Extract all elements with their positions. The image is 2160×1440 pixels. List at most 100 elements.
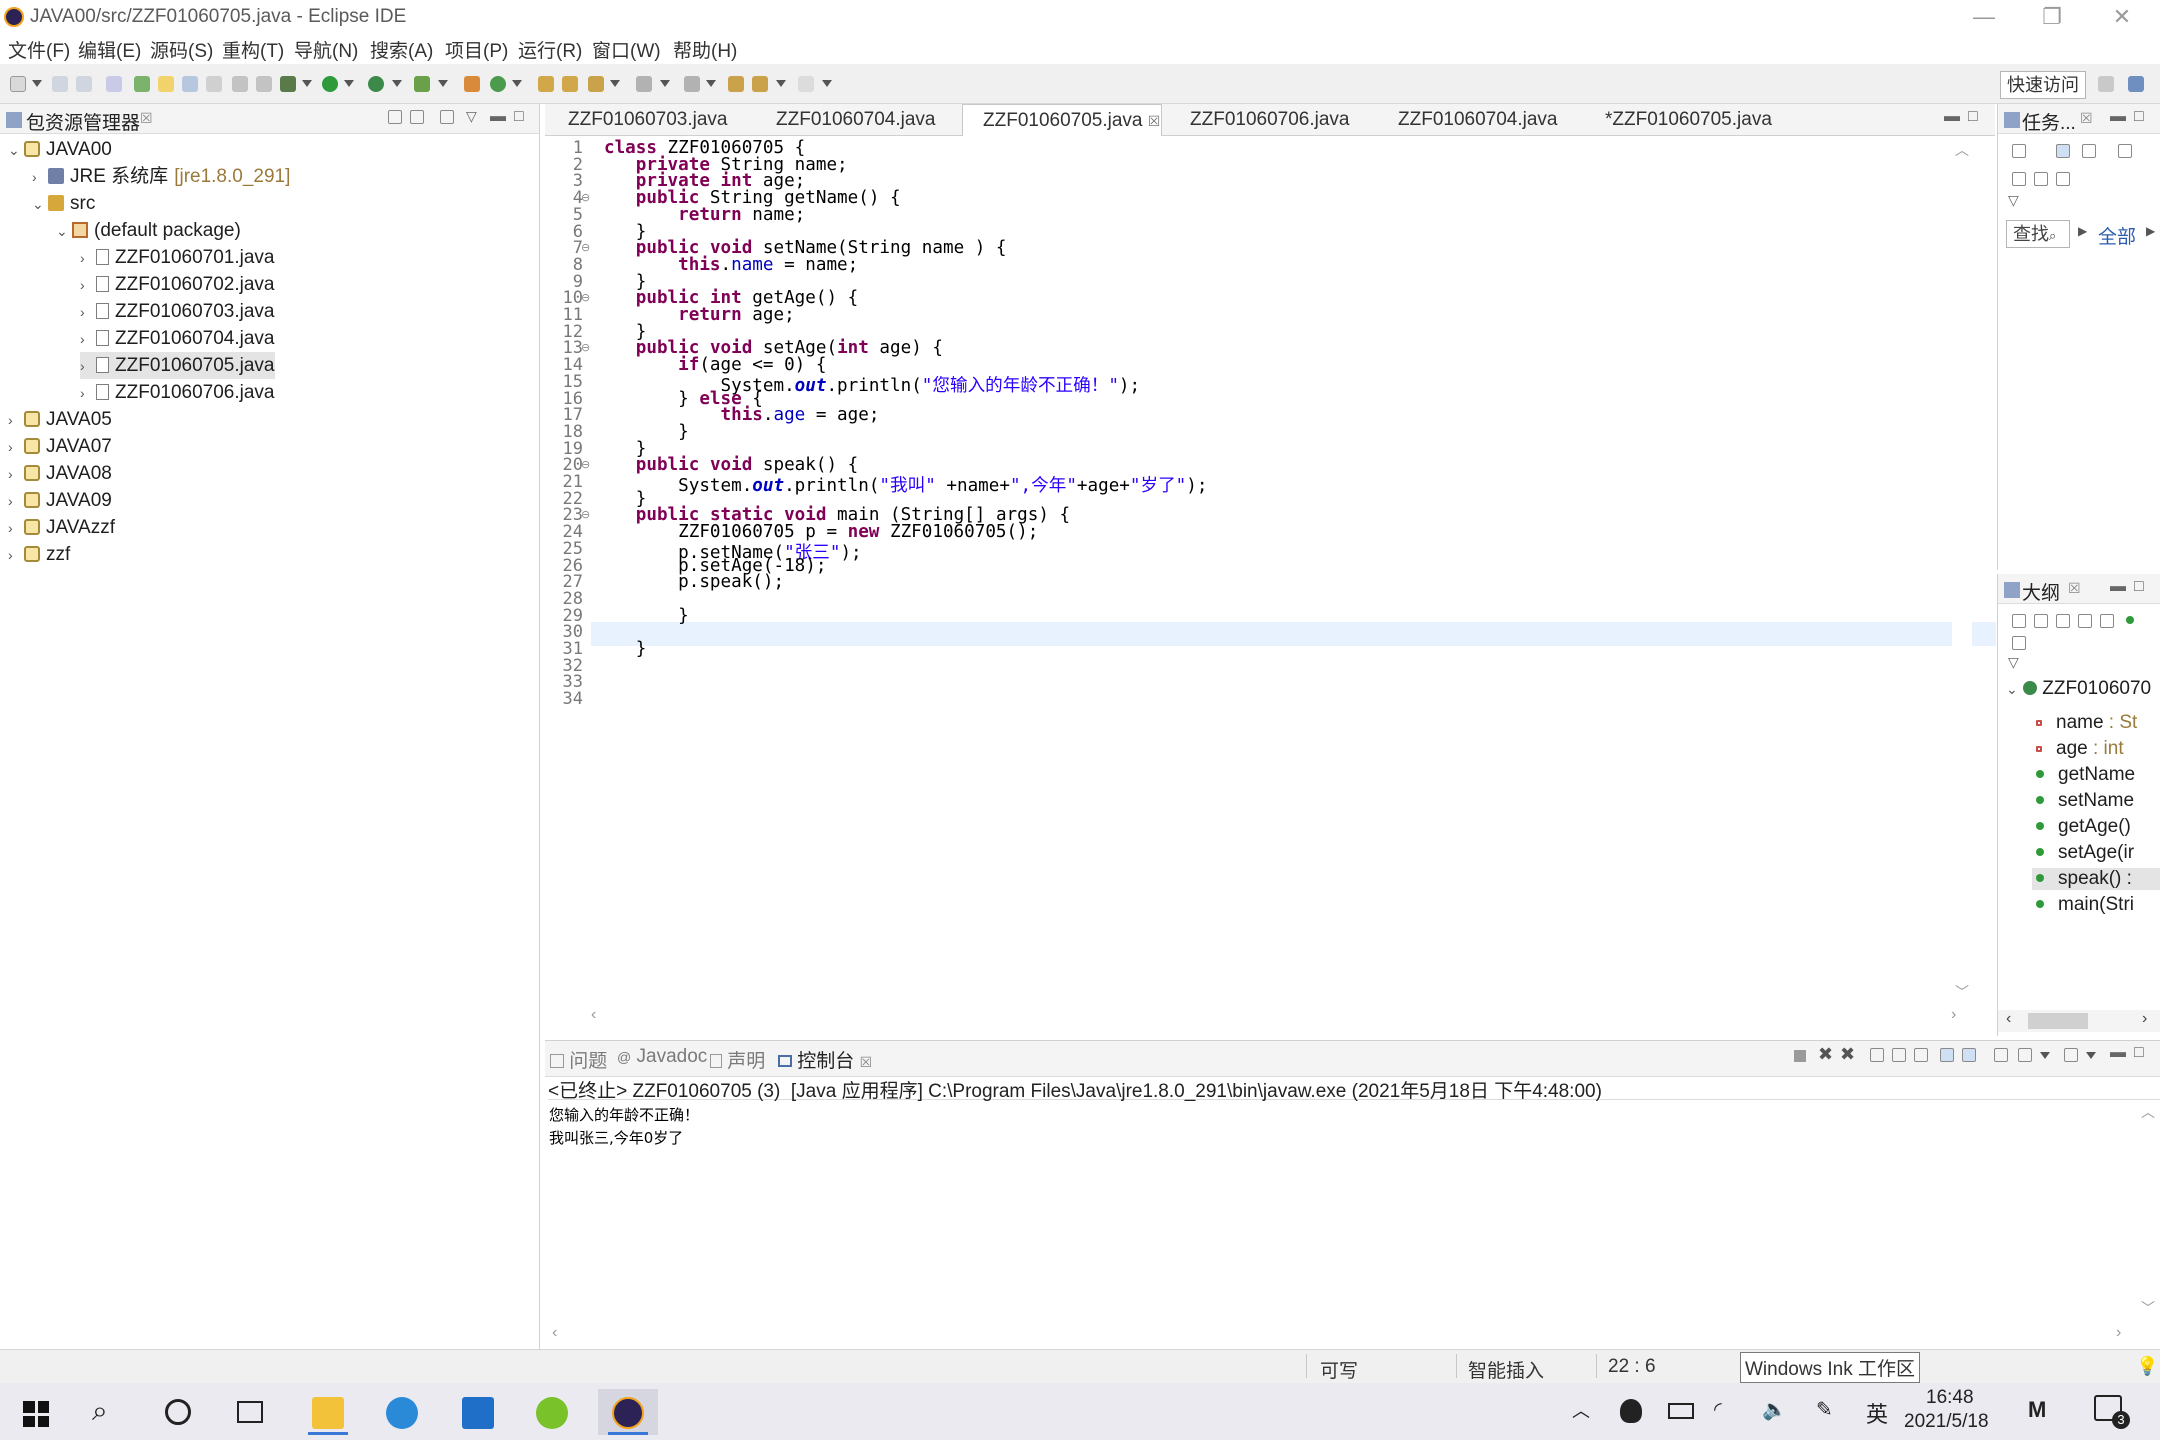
debug-dropdown-icon[interactable]	[302, 80, 312, 87]
menu-refactor[interactable]: 重构(T)	[222, 36, 284, 63]
chevron-right-icon[interactable]: ›	[80, 353, 96, 380]
tree-item-project[interactable]: › JAVA07	[8, 433, 112, 460]
collapse-all-icon[interactable]	[2056, 172, 2070, 186]
tree-item-src[interactable]: ⌄ src	[32, 190, 95, 217]
taskbar-eclipse[interactable]	[598, 1389, 658, 1435]
chevron-down-icon[interactable]: ⌄	[32, 191, 48, 218]
outline-scrollbar[interactable]: ‹ ›	[1998, 1010, 2160, 1032]
fold-toggle-icon[interactable]: ⊖	[581, 191, 590, 204]
restore-button[interactable]: ❐	[2020, 2, 2084, 32]
tab-zzf01060705-dirty[interactable]: *ZZF01060705.java	[1585, 104, 1795, 136]
prev-annotation-dropdown-icon[interactable]	[706, 80, 716, 87]
hide-local-types-icon[interactable]	[2126, 616, 2134, 624]
hide-static-icon[interactable]	[2078, 614, 2092, 628]
vertical-scrollbar[interactable]: ︿ ﹀	[1952, 136, 1972, 1006]
close-icon[interactable]: ☒	[2080, 110, 2093, 127]
display-dropdown-icon[interactable]	[2040, 1052, 2050, 1059]
tab-console[interactable]: 控制台 ☒	[778, 1046, 872, 1073]
tree-item-java[interactable]: › ZZF01060701.java	[80, 244, 275, 271]
minimize-view-icon[interactable]: ▬	[2110, 108, 2126, 126]
tree-item-java[interactable]: › ZZF01060704.java	[80, 325, 275, 352]
chevron-right-icon[interactable]: ›	[8, 461, 24, 488]
chevron-right-icon[interactable]: ›	[8, 515, 24, 542]
maximize-editor-icon[interactable]: □	[1968, 108, 1978, 126]
pin-console-icon[interactable]	[1994, 1048, 2008, 1062]
menu-navigate[interactable]: 导航(N)	[294, 36, 358, 63]
close-icon[interactable]: ☒	[1148, 113, 1161, 129]
menu-edit[interactable]: 编辑(E)	[78, 36, 141, 63]
clock-time[interactable]: 16:48	[1926, 1387, 1974, 1409]
maximize-view-icon[interactable]: □	[514, 108, 524, 126]
pen-icon[interactable]: ✎	[1816, 1397, 1833, 1422]
tree-item-project[interactable]: › JAVA05	[8, 406, 112, 433]
outline-item-field[interactable]: age : int	[2036, 738, 2124, 760]
minimize-view-icon[interactable]: ▬	[2110, 1044, 2126, 1062]
chevron-right-icon[interactable]: ›	[8, 407, 24, 434]
last-edit-icon[interactable]	[728, 76, 744, 92]
tree-item-jre[interactable]: › JRE 系统库 [jre1.8.0_291]	[32, 163, 290, 190]
run-dropdown-icon[interactable]	[344, 80, 354, 87]
categorized-icon[interactable]	[2056, 144, 2070, 158]
forward-dropdown-icon[interactable]	[822, 80, 832, 87]
menu-source[interactable]: 源码(S)	[150, 36, 213, 63]
tree-item-pkg[interactable]: ⌄ (default package)	[56, 217, 241, 244]
fold-toggle-icon[interactable]: ⊖	[581, 508, 590, 521]
run-icon[interactable]	[322, 76, 338, 92]
view-menu-icon[interactable]: ▽	[2008, 654, 2019, 671]
collapse-all-icon[interactable]	[388, 110, 402, 124]
tree-item-project[interactable]: › JAVA08	[8, 460, 112, 487]
code-line[interactable]: }	[604, 639, 647, 659]
new-java-package-icon[interactable]	[464, 76, 480, 92]
coverage-icon[interactable]	[368, 76, 384, 92]
minimize-button[interactable]: —	[1952, 2, 2016, 32]
scheduled-icon[interactable]	[2082, 144, 2096, 158]
open-perspective-icon[interactable]	[2098, 76, 2114, 92]
clock-date[interactable]: 2021/5/18	[1904, 1411, 1989, 1433]
volume-icon[interactable]: 🔈	[1762, 1397, 1787, 1422]
outline-root[interactable]: ⌄ ZZF0106070	[2006, 678, 2151, 700]
sync-icon[interactable]	[2118, 144, 2132, 158]
tree-item-project[interactable]: ⌄ JAVA00	[8, 136, 112, 163]
skip-breakpoints-icon[interactable]	[106, 76, 122, 92]
outline-item-field[interactable]: name : St	[2036, 712, 2137, 734]
open-type-icon[interactable]	[134, 76, 150, 92]
tab-zzf01060703[interactable]: ZZF01060703.java	[548, 104, 748, 136]
open-task-icon[interactable]	[562, 76, 578, 92]
code-editor[interactable]: 1 2 3 4 ⊖ 5 6 7 ⊖ 8 9 10 ⊖ 11 12 13 ⊖ 14 15 16 17 18 19 20 ⊖ 21 22…	[547, 136, 1996, 1036]
ime-indicator[interactable]: 英	[1866, 1397, 1888, 1429]
tree-item-java[interactable]: › ZZF01060703.java	[80, 298, 275, 325]
chevron-right-icon[interactable]: ›	[32, 164, 48, 191]
qq-icon[interactable]	[1620, 1399, 1642, 1423]
tree-item-project[interactable]: › zzf	[8, 541, 70, 568]
outline-item-method[interactable]: getName	[2036, 764, 2135, 786]
new-class-dropdown-icon[interactable]	[512, 80, 522, 87]
focus-icon[interactable]	[440, 110, 454, 124]
scroll-thumb[interactable]	[2028, 1013, 2088, 1029]
mark-occurrences-icon[interactable]	[158, 76, 174, 92]
show-on-stderr-icon[interactable]	[1962, 1048, 1976, 1062]
chevron-down-icon[interactable]: ⌄	[8, 137, 24, 164]
quick-access-field[interactable]: 快速访问	[2000, 71, 2086, 99]
menu-file[interactable]: 文件(F)	[8, 36, 70, 63]
cortana-button[interactable]	[148, 1389, 208, 1435]
back-icon[interactable]	[752, 76, 768, 92]
menu-search[interactable]: 搜索(A)	[370, 36, 433, 63]
external-tools-icon[interactable]	[414, 76, 430, 92]
taskbar-file-explorer[interactable]	[298, 1389, 358, 1435]
open-console-dropdown-icon[interactable]	[2086, 1052, 2096, 1059]
display-console-icon[interactable]	[2018, 1048, 2032, 1062]
search-icon[interactable]	[588, 76, 604, 92]
show-whitespace-icon[interactable]	[206, 76, 222, 92]
menu-help[interactable]: 帮助(H)	[673, 36, 737, 63]
search-dropdown-icon[interactable]	[610, 80, 620, 87]
menu-run[interactable]: 运行(R)	[518, 36, 582, 63]
pilcrow-icon[interactable]	[256, 76, 272, 92]
outline-item-method[interactable]: setName	[2036, 790, 2134, 812]
tree-item-java[interactable]: › ZZF01060702.java	[80, 271, 275, 298]
scroll-lock-icon[interactable]	[1892, 1048, 1906, 1062]
link-editor-icon[interactable]	[2012, 636, 2026, 650]
battery-icon[interactable]	[1668, 1403, 1694, 1419]
java-perspective-icon[interactable]	[2128, 76, 2144, 92]
word-wrap-icon[interactable]	[232, 76, 248, 92]
minimize-view-icon[interactable]: ▬	[2110, 578, 2126, 596]
